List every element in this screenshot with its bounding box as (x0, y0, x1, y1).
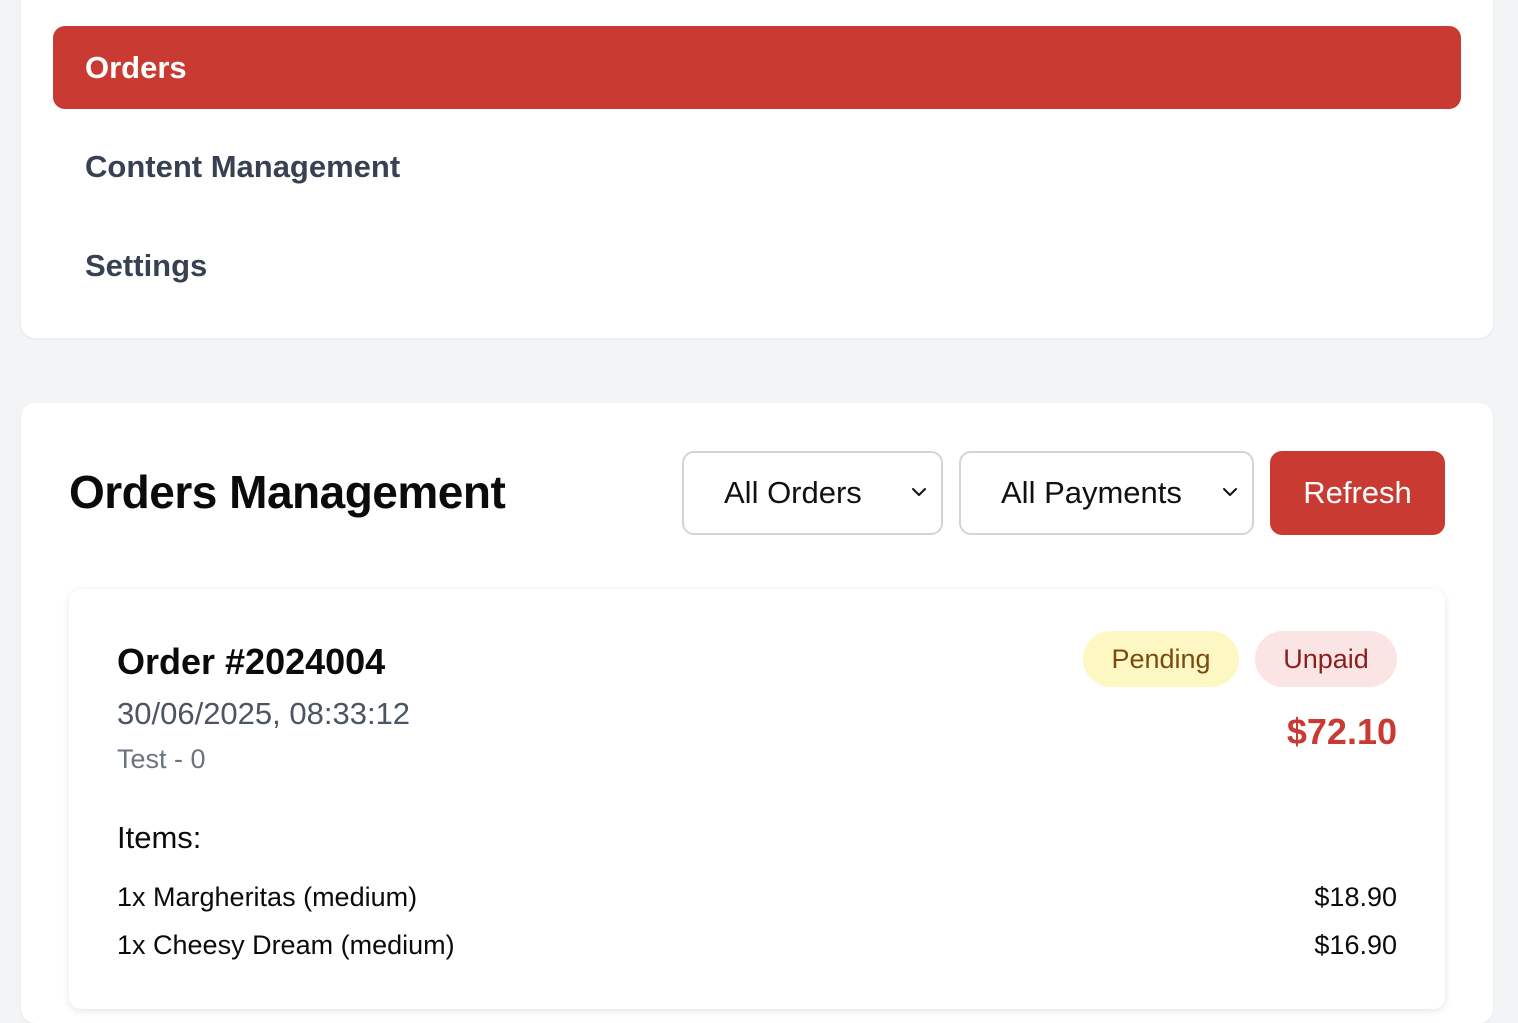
refresh-button[interactable]: Refresh (1270, 451, 1445, 535)
nav-item-label: Orders (85, 49, 187, 85)
item-description: 1x Margheritas (medium) (117, 882, 418, 912)
order-date: 30/06/2025, 08:33:12 (117, 696, 411, 731)
payment-status-filter[interactable]: All Payments (959, 451, 1254, 535)
order-status-filter[interactable]: All Orders (682, 451, 943, 535)
items-heading: Items: (117, 820, 202, 855)
nav-item-label: Settings (85, 247, 208, 283)
nav-item-orders[interactable]: Orders (53, 26, 1461, 109)
status-badge: Pending (1083, 631, 1239, 687)
payment-status-filter-value: All Payments (1001, 475, 1182, 510)
list-item: 1x Margheritas (medium) $18.90 (117, 882, 1397, 913)
nav-panel: Orders Content Management Settings (21, 0, 1493, 338)
orders-panel: Orders Management All Orders All Payment… (21, 403, 1493, 1023)
order-number: Order #2024004 (117, 641, 386, 682)
page-title: Orders Management (69, 466, 506, 518)
order-total: $72.10 (1286, 711, 1397, 752)
order-status-filter-value: All Orders (724, 475, 862, 510)
chevron-down-icon (1223, 488, 1237, 496)
nav-item-settings[interactable]: Settings (53, 224, 1461, 307)
nav-item-label: Content Management (85, 148, 401, 184)
nav-item-content-management[interactable]: Content Management (53, 125, 1461, 208)
refresh-button-label: Refresh (1303, 475, 1412, 510)
order-card[interactable]: Order #2024004 30/06/2025, 08:33:12 Test… (69, 589, 1445, 1009)
order-customer: Test - 0 (117, 744, 206, 774)
chevron-down-icon (912, 488, 926, 496)
item-price: $16.90 (1314, 930, 1397, 960)
payment-badge: Unpaid (1255, 631, 1397, 687)
list-item: 1x Cheesy Dream (medium) $16.90 (117, 930, 1397, 961)
item-price: $18.90 (1314, 882, 1397, 912)
item-description: 1x Cheesy Dream (medium) (117, 930, 455, 960)
